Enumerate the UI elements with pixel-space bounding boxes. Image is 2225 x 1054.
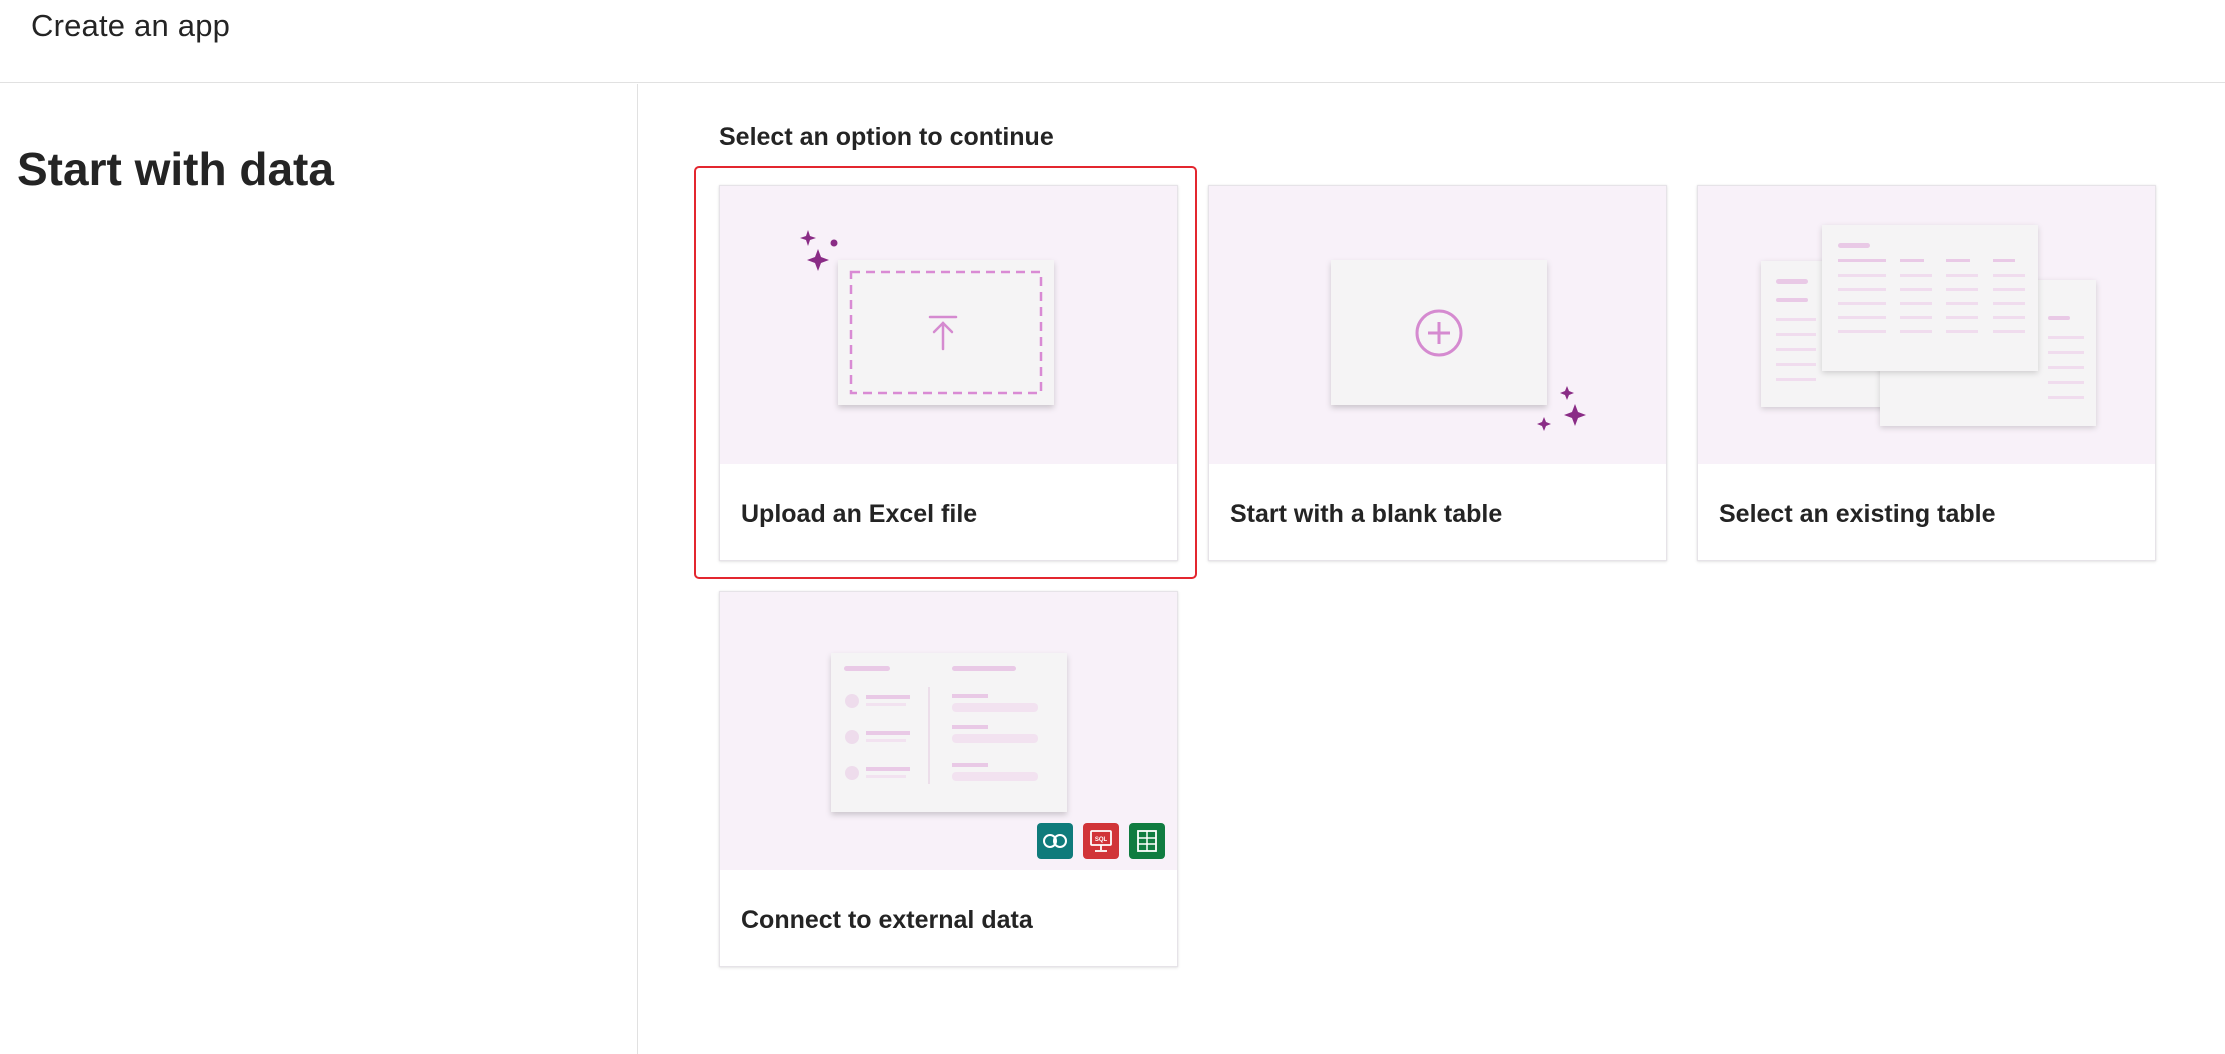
blank-table-card[interactable]: Start with a blank table [1208, 185, 1667, 561]
card-illustration [1209, 186, 1666, 464]
upload-excel-card[interactable]: Upload an Excel file [719, 185, 1178, 561]
existing-table-illustration [1761, 225, 2096, 426]
upload-illustration [800, 230, 1054, 405]
existing-table-card[interactable]: Select an existing table [1697, 185, 2156, 561]
external-data-card[interactable]: SQL Connect to external data [719, 591, 1178, 967]
top-bar: Create an app [0, 0, 2225, 83]
excel-icon [1129, 823, 1165, 859]
card-illustration: SQL [720, 592, 1177, 870]
section-title: Start with data [17, 143, 334, 195]
options-prompt: Select an option to continue [719, 123, 1054, 151]
sparkle-icon [800, 230, 816, 246]
svg-text:SQL: SQL [1095, 837, 1108, 843]
sql-icon: SQL [1083, 823, 1119, 859]
card-illustration [1698, 186, 2155, 464]
blank-table-illustration [1331, 260, 1586, 431]
card-illustration [720, 186, 1177, 464]
external-data-illustration: SQL [831, 653, 1165, 859]
dataverse-icon [1037, 823, 1073, 859]
card-label: Start with a blank table [1230, 500, 1503, 528]
left-pane [0, 84, 638, 1054]
sparkle-icon [1560, 386, 1574, 400]
sparkle-icon [1564, 404, 1586, 426]
card-label: Upload an Excel file [741, 500, 978, 528]
card-label: Select an existing table [1719, 500, 1996, 528]
sparkle-icon [1537, 417, 1551, 431]
page-title: Create an app [31, 8, 231, 43]
card-label: Connect to external data [741, 906, 1033, 934]
sparkle-icon [807, 249, 829, 271]
